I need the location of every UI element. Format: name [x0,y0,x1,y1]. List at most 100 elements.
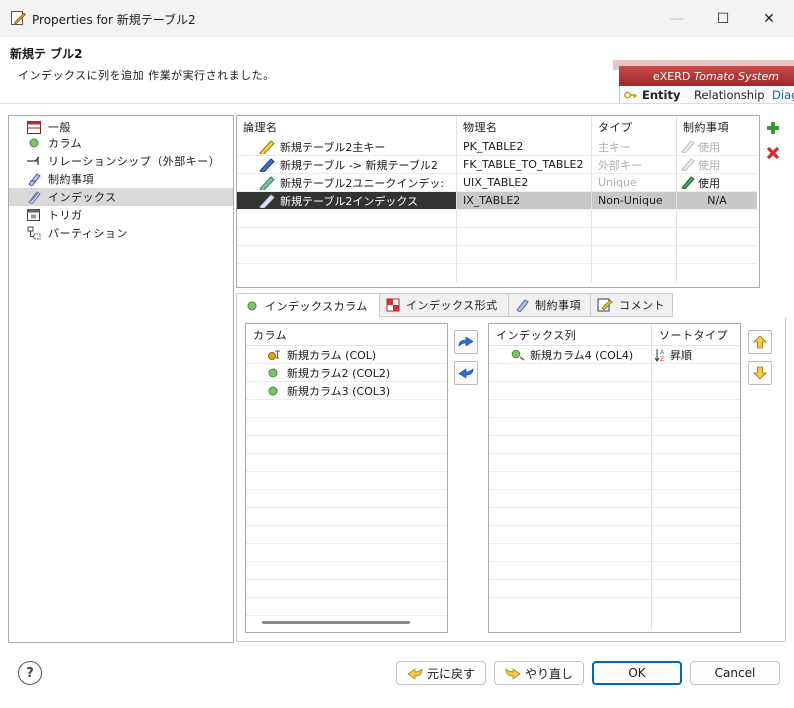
product-banner: eXERD Tomato System Entity Relationship … [613,60,794,103]
cell-constraint: N/A [677,192,757,210]
tab-bar: インデックスカラム インデックス形式 制約事項 コメント [236,293,784,317]
column-header-logical[interactable]: 論理名 [237,116,457,138]
empty-row [489,490,652,508]
cell-text: 新規テーブル2ユニークインデッ: [280,176,445,190]
tab-comment[interactable]: コメント [591,293,673,317]
empty-row [652,562,740,580]
cell-text: 新規テーブル2主キー [280,140,386,154]
tab-index-format[interactable]: インデックス形式 [380,293,509,317]
cell-type: Non-Unique [592,192,677,210]
constraint-icon [681,176,695,189]
close-button[interactable]: ✕ [746,0,792,37]
key-icon [624,91,637,99]
list-item[interactable]: 新規カラム (COL) [246,346,447,364]
minimize-button[interactable]: — [654,0,700,37]
partition-icon [27,226,41,240]
tree-item-constraint[interactable]: 制約事項 [9,170,233,188]
ok-button[interactable]: OK [592,661,682,685]
table-row[interactable]: 新規テーブル2ユニークインデッ: UIX_TABLE2 Unique 使用 [237,174,757,192]
table-row[interactable]: 新規テーブル -> 新規テーブル2 FK_TABLE_TO_TABLE2 外部キ… [237,156,757,174]
tree-item-label: 制約事項 [48,173,94,186]
index-pencil-icon [259,175,275,190]
list-item[interactable]: 新規カラム3 (COL3) [246,382,447,400]
help-button[interactable]: ? [18,661,42,685]
add-index-button[interactable] [763,118,783,138]
button-label: やり直し [524,666,573,681]
banner-brand: eXERD Tomato System [653,70,779,83]
empty-row [489,472,652,490]
banner-tab-diagram[interactable]: Diag [772,88,794,102]
empty-row [652,580,740,598]
list-header-sort-type[interactable]: ソートタイプ [652,324,740,346]
empty-row [489,508,652,526]
delete-index-button[interactable] [763,143,783,163]
remove-from-index-button[interactable] [454,361,478,385]
column-header-physical[interactable]: 物理名 [457,116,592,138]
cell-type: Unique [592,174,677,192]
item-text: 新規カラム4 (COL4) [530,348,634,362]
cell-constraint: 使用 [677,156,757,174]
revert-button[interactable]: 元に戻す [396,661,486,685]
empty-row [489,418,652,436]
tree-item-label: トリガ [48,209,83,222]
index-column-icon [511,349,525,361]
cell-constraint: 使用 [677,174,757,192]
tree-item-label: パーティション [48,227,128,240]
redo-button[interactable]: やり直し [494,661,584,685]
index-columns-list: インデックス列 ソートタイプ 新規カラム4 (COL4) AZ 昇順 [488,323,741,633]
add-to-index-button[interactable] [454,330,478,354]
tree-item-column[interactable]: カラム [9,134,233,152]
cell-physical: IX_TABLE2 [457,192,592,210]
button-label: 元に戻す [426,666,475,681]
constraint-icon [681,158,695,171]
cancel-button[interactable]: Cancel [690,661,780,685]
tree-item-trigger[interactable]: トリガ [9,206,233,224]
tab-index-columns[interactable]: インデックスカラム [236,293,380,317]
window-title: Properties for 新規テーブル2 [32,13,196,27]
brand-name: eXERD [653,70,691,83]
column-header-type[interactable]: タイプ [592,116,677,138]
index-column-row[interactable]: 新規カラム4 (COL4) [489,346,652,364]
empty-row [237,264,757,282]
tree-item-relationship[interactable]: リレーションシップ（外部キー） [9,152,233,170]
empty-row [237,246,757,264]
column-header-constraint[interactable]: 制約事項 [677,116,757,138]
cell-type: 外部キー [592,156,677,174]
cell-text: 新規テーブル2インデックス [280,194,419,208]
empty-row [246,562,447,580]
tree-item-index[interactable]: インデックス [9,188,233,206]
arrow-right-icon [458,336,474,347]
move-up-button[interactable] [748,330,772,354]
horizontal-scrollbar[interactable] [262,621,410,624]
empty-row [246,436,447,454]
sort-type-cell[interactable]: AZ 昇順 [652,346,740,364]
tab-constraint[interactable]: 制約事項 [509,293,591,317]
move-down-button[interactable] [748,361,772,385]
banner-tab-relationship[interactable]: Relationship [694,88,765,102]
empty-row [246,454,447,472]
arrow-down-icon [753,366,767,380]
list-header-index-column[interactable]: インデックス列 [489,324,652,346]
banner-tabs: Entity Relationship Diag [619,86,794,103]
table-row[interactable]: 新規テーブル2主キー PK_TABLE2 主キー 使用 [237,138,757,156]
maximize-button[interactable]: ☐ [700,0,746,37]
tree-item-partition[interactable]: パーティション [9,224,233,242]
list-item[interactable]: 新規カラム2 (COL2) [246,364,447,382]
empty-row [652,490,740,508]
empty-row [652,508,740,526]
title-bar: Properties for 新規テーブル2 — ☐ ✕ [0,0,794,37]
banner-tab-entity[interactable]: Entity [642,88,680,102]
pk-column-icon [268,350,280,360]
column-dot-icon [268,368,278,377]
empty-row [489,526,652,544]
empty-row [489,454,652,472]
svg-text:A: A [660,349,665,356]
tree-item-label: 一般 [48,121,71,134]
item-text: 新規カラム2 (COL2) [287,366,391,380]
list-header: カラム [246,324,447,346]
empty-row [246,490,447,508]
empty-row [652,526,740,544]
empty-row [652,382,740,400]
table-row-selected[interactable]: 新規テーブル2インデックス IX_TABLE2 Non-Unique N/A [237,192,757,210]
empty-row [246,472,447,490]
